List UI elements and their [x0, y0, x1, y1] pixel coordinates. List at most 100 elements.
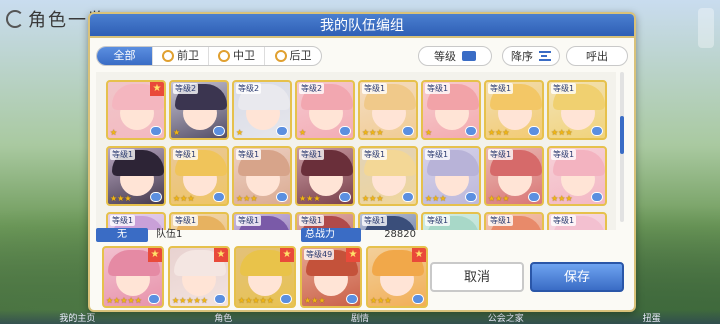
star-rating: ★★★ [236, 194, 258, 203]
character-level: 等级1 [362, 83, 388, 94]
character-level: 等级2 [173, 83, 199, 94]
roster-character-card[interactable]: 等级1 ★★★ [358, 80, 418, 140]
bottom-nav-item[interactable]: 扭蛋 [643, 311, 661, 324]
roster-character-card[interactable]: 等级1 ★★★ [169, 146, 229, 206]
bottom-nav-item[interactable]: 我的主页 [59, 311, 95, 324]
roster-scrollbar[interactable] [620, 72, 624, 222]
roster-character-card[interactable]: 等级1★ [547, 212, 607, 230]
team-edit-dialog: 我的队伍编组 全部 前卫 中卫 后卫 等级 降序 呼出 ★ ★ 等级2 ★ 等级2 ★ 等级2 ★ 等… [88, 12, 636, 312]
rank-icon [465, 126, 477, 136]
roster-character-card[interactable]: 等级2 ★ [295, 80, 355, 140]
total-power-value: 28820 [384, 229, 416, 240]
rank-icon [465, 192, 477, 202]
total-power-label: 总战力 [301, 228, 361, 242]
team-name: 队伍1 [156, 229, 183, 240]
roster-character-card[interactable]: 等级1★ [421, 80, 481, 140]
sort-by-level-button[interactable]: 等级 [418, 46, 492, 66]
call-button[interactable]: 呼出 [566, 46, 628, 66]
star-rating: ★ [299, 128, 307, 137]
roster-character-card[interactable]: 等级1 ★★★ [232, 146, 292, 206]
tab-label: 全部 [113, 49, 136, 62]
star-rating: ★★★ [173, 194, 195, 203]
favorite-badge-icon: ★ [148, 248, 162, 262]
team-slots: ★★★★★ ★ ★★★★★ ★ ★★★★★ ★ 等级49 ★★★ ★ ★★★ ★ [102, 246, 428, 308]
character-level: 等级1 [236, 215, 262, 226]
roster-character-card[interactable]: 等级2 ★ [169, 80, 229, 140]
character-level: 等级1 [425, 149, 451, 160]
sort-order-label: 降序 [511, 50, 533, 63]
team-slot-card[interactable]: ★★★★★ ★ [168, 246, 230, 308]
roster-character-card[interactable]: 等级1 ★★★ [295, 146, 355, 206]
roster-character-card[interactable]: 等级1 ★★★ [484, 146, 544, 206]
team-slot-card[interactable]: ★★★★★ ★ [234, 246, 296, 308]
tab-2[interactable]: 中卫 [209, 47, 265, 65]
character-level: 等级1 [551, 215, 577, 226]
bottom-nav-item[interactable]: 角色 [214, 311, 232, 324]
character-level: 等级1 [110, 215, 136, 226]
star-rating: ★★★ [425, 194, 447, 203]
rank-icon [150, 126, 162, 136]
save-button[interactable]: 保存 [530, 262, 624, 292]
star-rating: ★★★ [362, 194, 384, 203]
team-slot-card[interactable]: ★★★★★ ★ [102, 246, 164, 308]
roster-character-card[interactable]: 等级1 ★★★ [547, 80, 607, 140]
star-rating: ★★★ [551, 128, 573, 137]
bottom-nav: 我的主页 角色 剧情 公会之家 扭蛋 [0, 310, 720, 324]
character-level: 等级1 [173, 149, 199, 160]
scrollbar-thumb[interactable] [620, 116, 624, 154]
tab-label: 前卫 [177, 49, 199, 62]
bottom-nav-item[interactable]: 公会之家 [488, 311, 524, 324]
tab-3[interactable]: 后卫 [265, 47, 321, 65]
rank-icon [339, 192, 351, 202]
star-rating: ★★★ [488, 128, 510, 137]
character-level: 等级1 [236, 149, 262, 160]
bottom-nav-item[interactable]: 剧情 [351, 311, 369, 324]
star-rating: ★★★ [362, 128, 384, 137]
rank-icon [528, 192, 540, 202]
roster-character-card[interactable]: 等级1 ★★★ [358, 146, 418, 206]
filter-toolbar: 全部 前卫 中卫 后卫 等级 降序 呼出 [96, 46, 628, 66]
rank-icon [402, 126, 414, 136]
character-level: 等级1 [488, 83, 514, 94]
rank-icon [528, 126, 540, 136]
star-rating: ★ [173, 128, 181, 137]
roster-character-card[interactable]: 等级1★ [484, 212, 544, 230]
roster-grid: ★ ★ 等级2 ★ 等级2 ★ 等级2 ★ 等级1 ★★★ 等级1 ★ 等级1 ★★★ 等级1 ★★★ 等级1 ★… [106, 80, 607, 230]
star-rating: ★★★ [110, 194, 132, 203]
cancel-button[interactable]: 取消 [430, 262, 524, 292]
roster-character-card[interactable]: 等级1 ★★★ [421, 146, 481, 206]
character-level: 等级49 [304, 249, 335, 260]
roster-character-card[interactable]: 等级1 ★★★ [547, 146, 607, 206]
sort-descending-icon [539, 51, 551, 61]
tab-0[interactable]: 全部 [97, 47, 153, 65]
sort-order-button[interactable]: 降序 [502, 46, 560, 66]
roster-character-card[interactable]: 等级2 ★ [232, 80, 292, 140]
rank-icon [213, 192, 225, 202]
character-level: 等级1 [362, 215, 388, 226]
roster-character-card[interactable]: 等级1 ★★★ [484, 80, 544, 140]
favorite-badge-icon: ★ [346, 248, 360, 262]
roster-character-card[interactable]: ★ ★ [106, 80, 166, 140]
position-tabs: 全部 前卫 中卫 后卫 [96, 46, 322, 66]
character-level: 等级1 [299, 215, 325, 226]
team-slot-card[interactable]: 等级49 ★★★ ★ [300, 246, 362, 308]
level-sort-icon [462, 51, 476, 61]
team-number: 无 [96, 228, 148, 242]
character-level: 等级1 [551, 83, 577, 94]
background-side-panel [698, 8, 714, 48]
character-level: 等级1 [362, 149, 388, 160]
team-slot-card[interactable]: ★★★ ★ [366, 246, 428, 308]
tab-1[interactable]: 前卫 [153, 47, 209, 65]
star-rating: ★★★★★ [238, 296, 274, 305]
character-level: 等级1 [488, 149, 514, 160]
character-level: 等级1 [425, 215, 451, 226]
position-back-icon [274, 50, 287, 62]
call-label: 呼出 [586, 50, 608, 63]
roster-character-card[interactable]: 等级1 ★★★ [106, 146, 166, 206]
rank-icon [280, 294, 292, 304]
character-roster[interactable]: ★ ★ 等级2 ★ 等级2 ★ 等级2 ★ 等级1 ★★★ 等级1 ★ 等级1 ★★★ 等级1 ★★★ 等级1 ★… [96, 72, 616, 230]
roster-character-card[interactable]: 等级1★ [421, 212, 481, 230]
rank-icon [150, 192, 162, 202]
position-front-icon [162, 50, 174, 62]
rank-icon [412, 294, 424, 304]
